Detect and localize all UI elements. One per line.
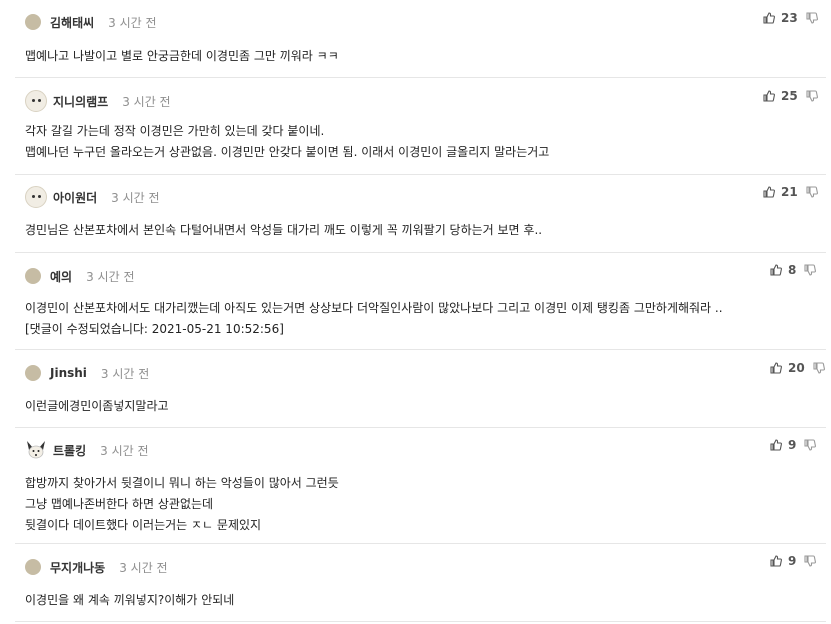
timestamp: 3 시간 전	[100, 443, 149, 458]
timestamp: 3 시간 전	[122, 94, 171, 109]
comment-line: 합방까지 찾아가서 뒷결이니 뭐니 하는 악성들이 많아서 그런듯	[25, 476, 339, 490]
like-count: 9	[788, 554, 797, 568]
comment-item: 트롤킹 3 시간 전 9 합방까지 찾아가서 뒷결이니 뭐니 하는 악성들이 많…	[15, 428, 826, 544]
comment-line: 각자 갈길 가는데 정작 이경민은 가만히 있는데 갖다 붙이네.	[25, 124, 325, 138]
comment-body: 이런글에경민이좀넣지말라고	[25, 396, 169, 417]
thumbs-down-icon[interactable]	[806, 12, 818, 24]
timestamp: 3 시간 전	[100, 366, 150, 381]
timestamp: 3 시간 전	[86, 269, 135, 284]
edit-notice: [댓글이 수정되었습니다: 2021-05-21 10:52:56]	[25, 322, 284, 336]
thumbs-up-icon[interactable]	[763, 12, 775, 24]
timestamp: 3 시간 전	[108, 15, 157, 30]
comment-body: 합방까지 찾아가서 뒷결이니 뭐니 하는 악성들이 많아서 그런듯 그냥 맵예나…	[25, 473, 339, 536]
comment-line: 맵예나고 나발이고 별로 안궁금한데 이경민좀 그만 끼워라 ㅋㅋ	[25, 49, 339, 63]
comment-item: 예의 3 시간 전 8 이경민이 산본포차에서도 대가리깼는데 아직도 있는거면…	[15, 253, 826, 350]
like-count: 8	[788, 263, 797, 277]
nickname[interactable]: 아이원더	[53, 189, 97, 206]
comment-header: 트롤킹 3 시간 전	[25, 438, 149, 462]
like-count: 9	[788, 438, 797, 452]
comment-header: 김해태씨 3 시간 전	[25, 10, 157, 34]
thumbs-up-icon[interactable]	[763, 186, 775, 198]
thumbs-up-icon[interactable]	[763, 90, 775, 102]
vote-controls: 20	[770, 356, 825, 380]
avatar[interactable]	[25, 439, 47, 461]
vote-controls: 9	[770, 433, 817, 457]
comment-line: 맵예나던 누구던 올라오는거 상관없음. 이경민만 안갖다 붙이면 됨. 이래서…	[25, 145, 550, 159]
like-count: 21	[781, 185, 798, 199]
avatar[interactable]	[25, 365, 41, 381]
nickname[interactable]: 예의	[50, 268, 72, 285]
comment-line: 이런글에경민이좀넣지말라고	[25, 399, 169, 413]
fox-avatar-icon	[27, 441, 45, 459]
thumbs-down-icon[interactable]	[804, 264, 817, 276]
vote-controls: 8	[770, 258, 817, 282]
comment-header: Jinshi 3 시간 전	[25, 361, 149, 385]
comment-header: 지니의램프 3 시간 전	[25, 89, 171, 113]
nickname[interactable]: 무지개나동	[50, 559, 105, 576]
comment-body: 각자 갈길 가는데 정작 이경민은 가만히 있는데 갖다 붙이네. 맵예나던 누…	[25, 121, 549, 163]
avatar[interactable]	[25, 559, 41, 575]
thumbs-down-icon[interactable]	[806, 186, 818, 198]
thumbs-down-icon[interactable]	[806, 90, 818, 102]
thumbs-down-icon[interactable]	[804, 439, 817, 451]
nickname[interactable]: 트롤킹	[53, 442, 86, 459]
timestamp: 3 시간 전	[111, 190, 160, 205]
thumbs-up-icon[interactable]	[770, 362, 782, 374]
nickname[interactable]: 지니의램프	[53, 93, 108, 110]
avatar[interactable]	[25, 90, 47, 112]
comment-line: 이경민을 왜 계속 끼워넣지?이해가 안되네	[25, 593, 235, 607]
vote-controls: 25	[763, 84, 818, 108]
comment-body: 이경민을 왜 계속 끼워넣지?이해가 안되네	[25, 590, 234, 611]
comment-header: 무지개나동 3 시간 전	[25, 555, 168, 579]
like-count: 25	[781, 89, 798, 103]
vote-controls: 23	[763, 6, 818, 30]
comment-header: 아이원더 3 시간 전	[25, 185, 160, 209]
comment-item: Jinshi 3 시간 전 20 이런글에경민이좀넣지말라고	[15, 350, 826, 428]
thumbs-down-icon[interactable]	[813, 362, 825, 374]
comment-line: 이경민이 산본포차에서도 대가리깼는데 아직도 있는거면 상상보다 더악질인사람…	[25, 301, 723, 315]
timestamp: 3 시간 전	[119, 560, 168, 575]
thumbs-up-icon[interactable]	[770, 555, 782, 567]
comment-body: 맵예나고 나발이고 별로 안궁금한데 이경민좀 그만 끼워라 ㅋㅋ	[25, 46, 339, 67]
nickname[interactable]: Jinshi	[50, 366, 87, 380]
thumbs-up-icon[interactable]	[770, 264, 782, 276]
comment-item: 아이원더 3 시간 전 21 경민님은 산본포차에서 본인속 다털어내면서 악성…	[15, 175, 826, 253]
avatar[interactable]	[25, 186, 47, 208]
like-count: 23	[781, 11, 798, 25]
comment-item: 김해태씨 3 시간 전 23 맵예나고 나발이고 별로 안궁금한데 이경민좀 그…	[15, 0, 826, 78]
avatar[interactable]	[25, 14, 41, 30]
comment-body: 이경민이 산본포차에서도 대가리깼는데 아직도 있는거면 상상보다 더악질인사람…	[25, 298, 723, 340]
avatar[interactable]	[25, 268, 41, 284]
comment-header: 예의 3 시간 전	[25, 264, 134, 288]
comment-item: 지니의램프 3 시간 전 25 각자 갈길 가는데 정작 이경민은 가만히 있는…	[15, 78, 826, 175]
comment-line: 경민님은 산본포차에서 본인속 다털어내면서 악성들 대가리 깨도 이렇게 꼭 …	[25, 223, 543, 237]
like-count: 20	[788, 361, 805, 375]
thumbs-down-icon[interactable]	[804, 555, 817, 567]
comment-body: 경민님은 산본포차에서 본인속 다털어내면서 악성들 대가리 깨도 이렇게 꼭 …	[25, 220, 542, 241]
nickname[interactable]: 김해태씨	[50, 14, 94, 31]
comment-line: 뒷결이다 데이트했다 이러는거는 ㅈㄴ 문제있지	[25, 518, 262, 532]
vote-controls: 21	[763, 180, 818, 204]
comment-item: 무지개나동 3 시간 전 9 이경민을 왜 계속 끼워넣지?이해가 안되네	[15, 544, 826, 622]
vote-controls: 9	[770, 549, 817, 573]
thumbs-up-icon[interactable]	[770, 439, 782, 451]
comment-line: 그냥 맵예나존버한다 하면 상관없는데	[25, 497, 214, 511]
